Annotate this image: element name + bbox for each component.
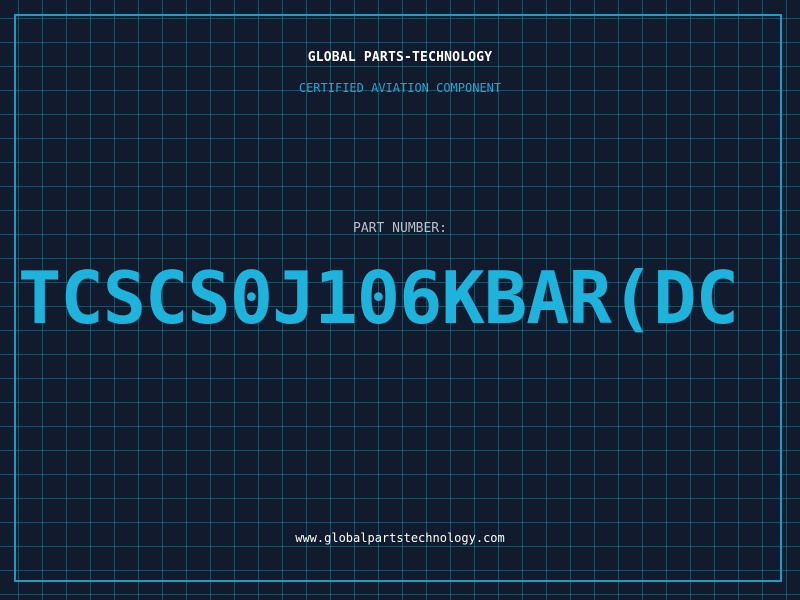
part-number-label: PART NUMBER: bbox=[353, 221, 447, 236]
part-number-value: TCSCS0J106KBAR(DC bbox=[18, 258, 739, 338]
brand-subtitle: CERTIFIED AVIATION COMPONENT bbox=[298, 81, 502, 95]
label-card: GLOBAL PARTS-TECHNOLOGY CERTIFIED AVIATI… bbox=[0, 0, 800, 600]
website-url: www.globalpartstechnology.com bbox=[295, 531, 505, 545]
brand-title: GLOBAL PARTS-TECHNOLOGY bbox=[307, 50, 493, 65]
